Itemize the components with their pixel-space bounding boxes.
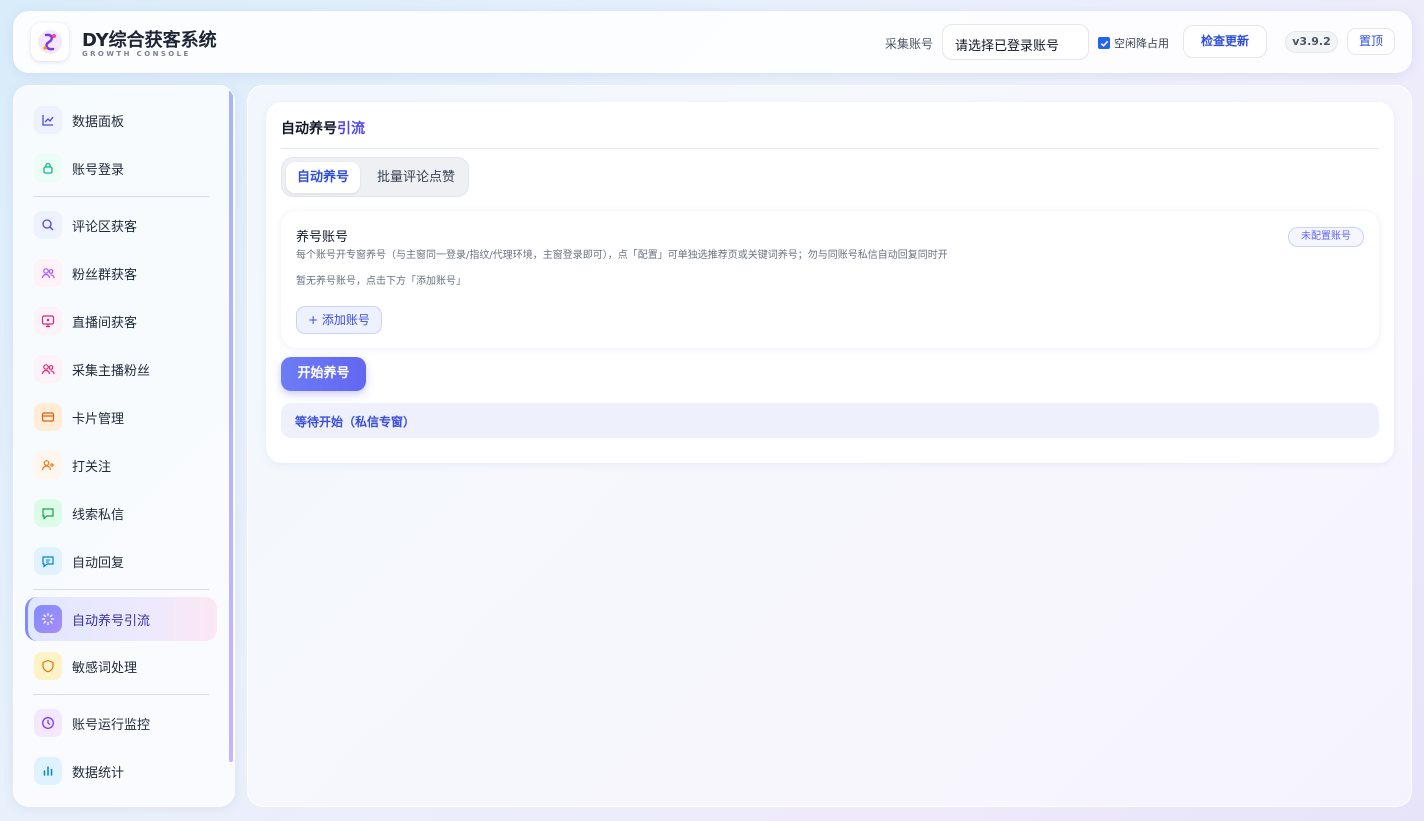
start-nurture-button[interactable]: 开始养号 <box>281 357 366 391</box>
account-select[interactable]: 请选择已登录账号 <box>942 24 1089 60</box>
sidebar-item-fan-group[interactable]: 粉丝群获客 <box>25 251 217 295</box>
users-icon <box>34 259 62 287</box>
sidebar-item-sensitive-words[interactable]: 敏感词处理 <box>25 644 217 688</box>
sidebar-divider <box>33 196 209 197</box>
sidebar-item-follow[interactable]: 打关注 <box>25 443 217 487</box>
sidebar-item-statistics[interactable]: 数据统计 <box>25 749 217 793</box>
sidebar-scrollbar[interactable] <box>229 90 233 762</box>
clock-icon <box>34 709 62 737</box>
chat-icon <box>34 499 62 527</box>
sidebar-item-label: 账号运行监控 <box>72 717 151 733</box>
check-update-button[interactable]: 检查更新 <box>1183 25 1267 58</box>
sidebar-item-label: 自动回复 <box>72 555 125 571</box>
sidebar-item-label: 卡片管理 <box>72 411 125 427</box>
line-chart-icon <box>34 106 62 134</box>
nurture-accounts-section: 养号账号 每个账号开专窗养号（与主窗同一登录/指纹/代理环境，主窗登录即可），点… <box>281 211 1379 348</box>
app-title: DY综合获客系统 <box>82 30 217 51</box>
users-icon <box>34 355 62 383</box>
idle-release-label: 空闲降占用 <box>1114 37 1169 50</box>
sidebar-item-lead-dm[interactable]: 线索私信 <box>25 491 217 535</box>
section-description: 每个账号开专窗养号（与主窗同一登录/指纹/代理环境，主窗登录即可），点「配置」可… <box>296 250 948 261</box>
search-icon <box>34 211 62 239</box>
sidebar-item-label: 数据面板 <box>72 114 125 130</box>
sidebar-item-label: 采集主播粉丝 <box>72 363 151 379</box>
sidebar-item-account-login[interactable]: 账号登录 <box>25 146 217 190</box>
top-bar: DY综合获客系统 GROWTH CONSOLE 采集账号 请选择已登录账号 空闲… <box>13 11 1412 73</box>
empty-state-text: 暂无养号账号，点击下方「添加账号」 <box>296 276 466 287</box>
sidebar-item-label: 账号登录 <box>72 162 125 178</box>
sidebar-item-dashboard[interactable]: 数据面板 <box>25 98 217 142</box>
sidebar-item-live-room[interactable]: 直播间获客 <box>25 299 217 343</box>
add-account-button[interactable]: + 添加账号 <box>296 306 382 334</box>
sidebar-item-collect-fans[interactable]: 采集主播粉丝 <box>25 347 217 391</box>
sidebar-divider <box>33 694 209 695</box>
card-icon <box>34 403 62 431</box>
sidebar-item-card-management[interactable]: 卡片管理 <box>25 395 217 439</box>
sidebar-item-label: 数据统计 <box>72 765 125 781</box>
auto-nurture-card: 自动养号引流 自动养号 批量评论点赞 养号账号 每个账号开专窗养号（与主窗同一登… <box>266 102 1394 463</box>
sidebar-item-label: 打关注 <box>72 459 112 475</box>
sidebar-item-run-monitor[interactable]: 账号运行监控 <box>25 701 217 745</box>
bar-chart-icon <box>34 757 62 785</box>
app-logo <box>31 23 69 61</box>
status-bar: 等待开始（私信专窗） <box>281 403 1379 438</box>
sidebar: 数据面板 账号登录 评论区获客 粉丝群获客 直播间获客 采集主播粉丝 卡片管理 … <box>13 85 235 807</box>
sidebar-item-label: 评论区获客 <box>72 219 138 235</box>
tab-bar: 自动养号 批量评论点赞 <box>281 157 469 197</box>
version-badge: v3.9.2 <box>1285 31 1338 53</box>
sidebar-item-auto-nurture[interactable]: 自动养号引流 <box>25 597 217 641</box>
sidebar-item-label: 敏感词处理 <box>72 660 138 676</box>
idle-release-checkbox[interactable] <box>1098 37 1110 49</box>
section-title: 养号账号 <box>296 230 349 245</box>
account-select-label: 采集账号 <box>885 37 934 51</box>
shield-icon <box>34 652 62 680</box>
sidebar-item-label: 直播间获客 <box>72 315 138 331</box>
title-divider <box>281 148 1379 149</box>
reply-icon <box>34 547 62 575</box>
sidebar-item-comment-leads[interactable]: 评论区获客 <box>25 203 217 247</box>
sidebar-item-label: 粉丝群获客 <box>72 267 138 283</box>
user-plus-icon <box>34 451 62 479</box>
sidebar-item-label: 线索私信 <box>72 507 125 523</box>
spinner-icon <box>34 605 62 633</box>
idle-release-toggle[interactable]: 空闲降占用 <box>1098 35 1169 51</box>
sidebar-item-auto-reply[interactable]: 自动回复 <box>25 539 217 583</box>
tab-batch-comment-like[interactable]: 批量评论点赞 <box>368 162 464 193</box>
status-badge: 未配置账号 <box>1288 227 1364 247</box>
app-subtitle: GROWTH CONSOLE <box>82 50 191 58</box>
sidebar-item-label: 自动养号引流 <box>72 613 151 629</box>
tab-auto-nurture[interactable]: 自动养号 <box>286 162 360 193</box>
sidebar-divider <box>33 589 209 590</box>
pin-top-button[interactable]: 置顶 <box>1347 28 1395 55</box>
lock-icon <box>34 154 62 182</box>
page-title: 自动养号引流 <box>281 121 365 137</box>
monitor-icon <box>34 307 62 335</box>
